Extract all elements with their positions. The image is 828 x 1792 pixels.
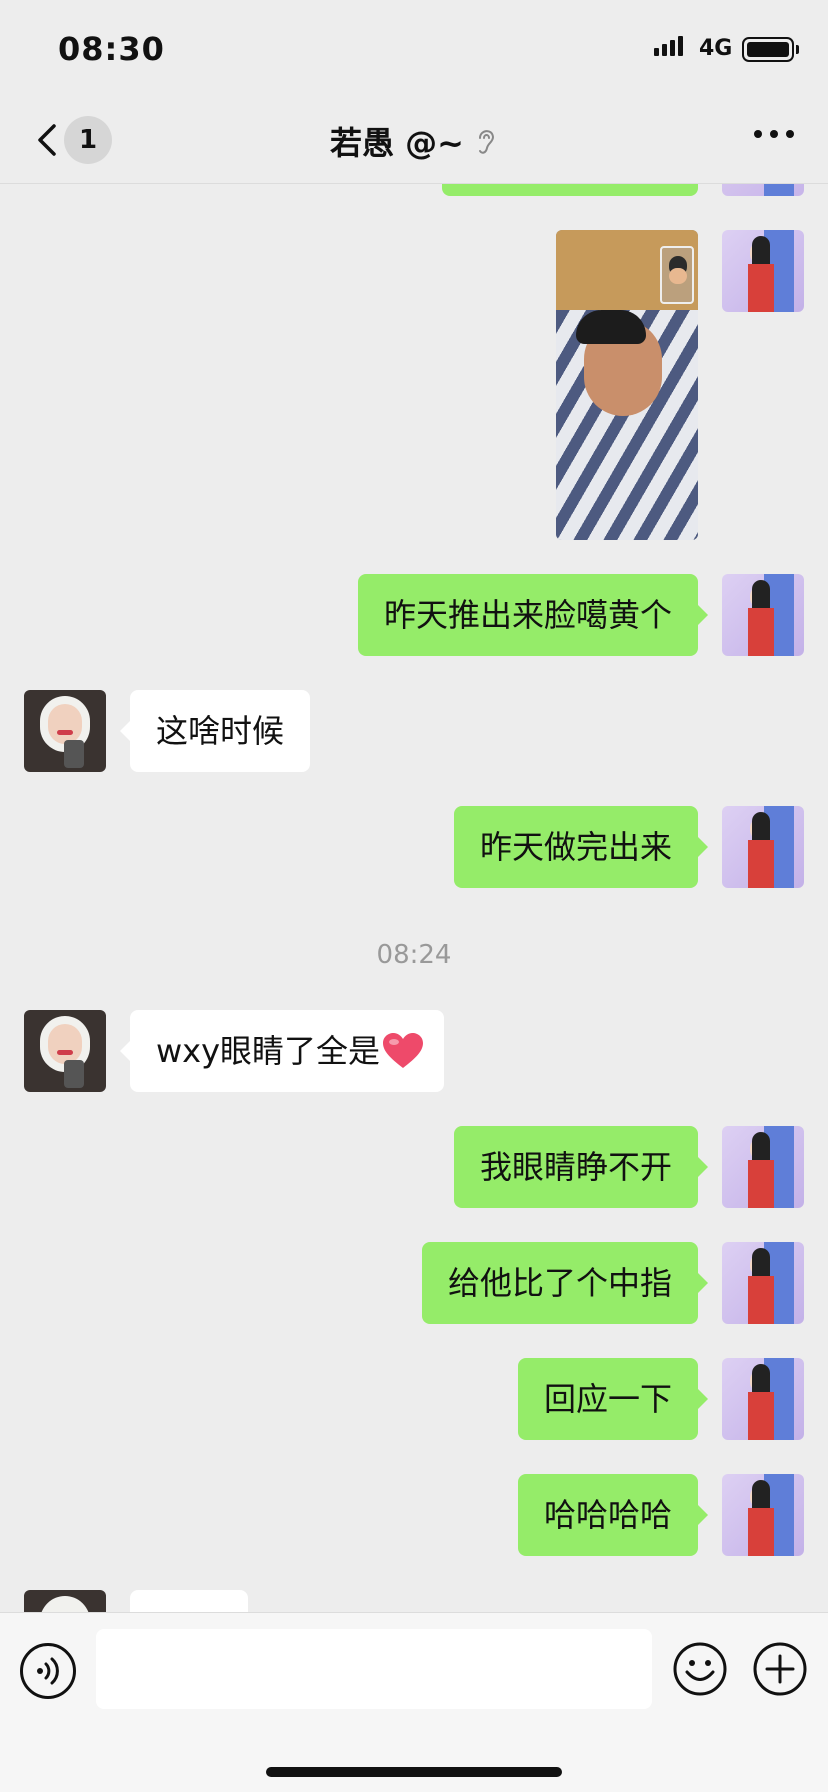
avatar-self[interactable]	[722, 574, 804, 656]
chat-title[interactable]: 若愚 @~	[330, 118, 464, 164]
plus-icon[interactable]	[752, 1641, 808, 1697]
heart-icon	[383, 1033, 424, 1068]
message-bubble-sent[interactable]: 昨天推出来脸噶黄个	[357, 574, 709, 656]
more-icon[interactable]	[754, 130, 794, 138]
message-row: wxy眼睛了全是	[0, 1010, 828, 1092]
message-bubble-partial	[130, 1590, 248, 1612]
partial-avatar	[722, 184, 804, 196]
avatar-contact-partial[interactable]	[24, 1590, 106, 1612]
avatar-self[interactable]	[722, 1358, 804, 1440]
home-indicator[interactable]	[266, 1767, 562, 1777]
message-bubble-sent[interactable]: 哈哈哈哈	[517, 1474, 709, 1556]
battery-icon	[742, 37, 794, 62]
message-bubble-sent[interactable]: 回应一下	[517, 1358, 709, 1440]
input-bar	[0, 1612, 828, 1792]
message-row: 我眼睛睁不开	[0, 1126, 828, 1208]
message-bubble-sent[interactable]: 我眼睛睁不开	[453, 1126, 709, 1208]
chat-area[interactable]: 昨天推出来脸噶黄个 这啥时候 昨天做完出来 08:24 wxy眼睛了全是 我眼睛…	[0, 184, 828, 1612]
message-row: 昨天做完出来	[0, 806, 828, 888]
message-timestamp: 08:24	[376, 940, 452, 970]
status-time: 08:30	[58, 30, 165, 68]
message-input[interactable]	[96, 1629, 652, 1709]
emoji-icon[interactable]	[672, 1641, 728, 1697]
message-bubble-sent[interactable]: 给他比了个中指	[421, 1242, 709, 1324]
message-image[interactable]	[556, 230, 698, 540]
battery-cap	[796, 45, 799, 54]
message-row: 哈哈哈哈	[0, 1474, 828, 1556]
avatar-self[interactable]	[722, 806, 804, 888]
ear-icon	[478, 130, 494, 154]
message-row: 回应一下	[0, 1358, 828, 1440]
avatar-self[interactable]	[722, 1474, 804, 1556]
avatar-contact[interactable]	[24, 690, 106, 772]
signal-icon	[654, 36, 683, 56]
nav-bar: 1 若愚 @~	[0, 96, 828, 184]
avatar-self[interactable]	[722, 1242, 804, 1324]
message-row: 这啥时候	[0, 690, 828, 772]
avatar-contact[interactable]	[24, 1010, 106, 1092]
message-row: 昨天推出来脸噶黄个	[0, 574, 828, 656]
avatar-self[interactable]	[722, 230, 804, 312]
avatar-self[interactable]	[722, 1126, 804, 1208]
message-bubble-sent[interactable]: 昨天做完出来	[453, 806, 709, 888]
partial-bubble	[442, 184, 698, 196]
status-bar: 08:30 4G	[0, 0, 828, 96]
network-type: 4G	[699, 36, 733, 61]
message-text: wxy眼睛了全是	[156, 1032, 381, 1070]
message-row: 给他比了个中指	[0, 1242, 828, 1324]
voice-icon[interactable]	[20, 1643, 76, 1699]
title-wrap: 若愚 @~	[0, 118, 828, 164]
message-bubble-received[interactable]: 这啥时候	[119, 690, 311, 772]
message-bubble-received[interactable]: wxy眼睛了全是	[119, 1010, 445, 1092]
